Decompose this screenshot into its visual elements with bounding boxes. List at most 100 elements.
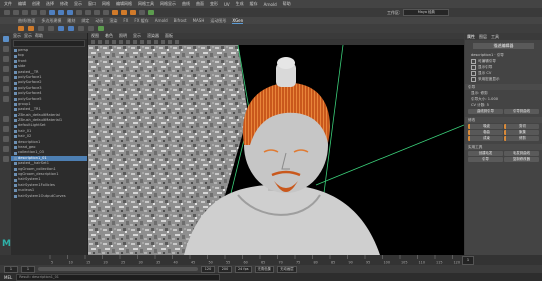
- modifier-button-2[interactable]: 卷曲: [468, 130, 503, 135]
- script-language-toggle[interactable]: MEL: [4, 275, 12, 280]
- select-component-icon[interactable]: [67, 10, 73, 15]
- outliner-menu-1[interactable]: 显示: [24, 33, 32, 39]
- camera-select-icon[interactable]: [91, 40, 95, 44]
- shelf-tab-6[interactable]: FX: [123, 18, 128, 23]
- convert-button-0[interactable]: 曲线到引导: [468, 109, 503, 114]
- fps-select[interactable]: 24 fps: [235, 265, 252, 273]
- playback-start-field[interactable]: 1: [21, 265, 35, 273]
- checkbox[interactable]: [471, 58, 476, 64]
- camera-attr-icon[interactable]: [98, 40, 102, 44]
- anim-end-field[interactable]: 200: [218, 265, 232, 273]
- snap-curve-icon[interactable]: [85, 10, 91, 15]
- persp-graph-icon[interactable]: [2, 146, 9, 152]
- undo-icon[interactable]: [31, 10, 37, 15]
- shelf-tab-5[interactable]: 渲染: [109, 18, 117, 24]
- menu-item-16[interactable]: 缓存: [250, 1, 258, 7]
- cut-icon[interactable]: [68, 26, 74, 31]
- single-view-icon[interactable]: [2, 116, 9, 122]
- create-description-icon[interactable]: [28, 26, 34, 31]
- select-tool-icon[interactable]: [2, 36, 9, 42]
- redo-icon[interactable]: [40, 10, 46, 15]
- range-bar[interactable]: [38, 267, 198, 271]
- anim-layer-select[interactable]: 无动画层: [277, 265, 297, 273]
- bookmark-icon[interactable]: [105, 40, 109, 44]
- time-slider[interactable]: 5 10 15 20 25 30 35 40 45 50 55 60 65 70 75 80 85 90 95 100…: [0, 255, 542, 265]
- command-input[interactable]: Result: description1_01: [16, 273, 221, 281]
- shelf-tab-3[interactable]: 绑定: [81, 18, 89, 24]
- anim-start-field[interactable]: 1: [4, 265, 18, 273]
- shelf-tab-0[interactable]: 曲线/曲面: [18, 18, 35, 24]
- outliner-menu-0[interactable]: 显示: [13, 33, 21, 39]
- playback-end-field[interactable]: 120: [201, 265, 215, 273]
- menu-item-13[interactable]: 变形: [210, 1, 218, 7]
- modifier-button-4[interactable]: 成束: [468, 136, 503, 141]
- utility-button-0[interactable]: 创建毛发: [468, 151, 503, 156]
- place-guide-icon[interactable]: [38, 26, 44, 31]
- menu-item-17[interactable]: Arnold: [264, 2, 277, 7]
- menu-item-7[interactable]: 网格: [102, 1, 110, 7]
- snap-plane-icon[interactable]: [103, 10, 109, 15]
- menu-item-4[interactable]: 修改: [60, 1, 68, 7]
- shelf-tab-2[interactable]: 雕刻: [67, 18, 75, 24]
- utility-button-1[interactable]: 毛发到曲线: [504, 151, 539, 156]
- menu-item-10[interactable]: 网格显示: [160, 1, 176, 7]
- film-gate-icon[interactable]: [126, 40, 130, 44]
- select-hierarchy-icon[interactable]: [49, 10, 55, 15]
- outliner-layout-icon[interactable]: [2, 156, 9, 162]
- sculpt-guides-icon[interactable]: [48, 26, 54, 31]
- textured-icon[interactable]: [147, 40, 151, 44]
- xgen-editor-icon[interactable]: [18, 26, 24, 31]
- menu-item-2[interactable]: 创建: [32, 1, 40, 7]
- rotate-tool-icon[interactable]: [2, 76, 9, 82]
- shelf-tab-1[interactable]: 多边形建模: [41, 18, 61, 24]
- hypershade-icon[interactable]: [139, 10, 145, 15]
- menu-item-11[interactable]: 曲线: [182, 1, 190, 7]
- menu-item-15[interactable]: 生成: [236, 1, 244, 7]
- shelf-tab-12[interactable]: XGen: [232, 18, 244, 24]
- lasso-tool-icon[interactable]: [2, 46, 9, 52]
- shelf-tab-9[interactable]: Bifrost: [174, 18, 187, 23]
- ipr-render-icon[interactable]: [121, 10, 127, 15]
- utility-button-3[interactable]: 复制修改器: [504, 157, 539, 162]
- preview-icon[interactable]: [98, 26, 104, 31]
- shelf-tab-4[interactable]: 动画: [95, 18, 103, 24]
- snap-point-icon[interactable]: [94, 10, 100, 15]
- convert-button-1[interactable]: 引导到曲线: [504, 109, 539, 114]
- viewport-panel[interactable]: 视图 着色 照明 显示 渲染器 面板: [88, 33, 464, 255]
- menu-item-0[interactable]: 文件: [4, 1, 12, 7]
- checkbox[interactable]: [471, 76, 476, 82]
- panel-tab-1[interactable]: 图层: [479, 34, 487, 40]
- clump-icon[interactable]: [88, 26, 94, 31]
- menu-item-1[interactable]: 编辑: [18, 1, 26, 7]
- workspace-select[interactable]: Maya 经典: [403, 9, 450, 16]
- xray-icon[interactable]: [168, 40, 172, 44]
- density-icon[interactable]: [78, 26, 84, 31]
- menu-item-9[interactable]: 网格工具: [138, 1, 154, 7]
- image-plane-icon[interactable]: [112, 40, 116, 44]
- character-set-select[interactable]: 无角色集: [254, 265, 275, 273]
- arnold-render-icon[interactable]: [148, 10, 154, 15]
- grid-toggle-icon[interactable]: [119, 40, 123, 44]
- shelf-tab-8[interactable]: Arnold: [155, 18, 168, 23]
- panel-tab-2[interactable]: 工具: [491, 34, 499, 40]
- menu-item-5[interactable]: 显示: [74, 1, 82, 7]
- outliner-search-input[interactable]: [13, 40, 85, 47]
- last-tool-icon[interactable]: [2, 96, 9, 102]
- viewport-scene[interactable]: [88, 45, 464, 255]
- menu-item-12[interactable]: 曲面: [196, 1, 204, 7]
- current-frame-field[interactable]: 1: [462, 256, 474, 265]
- menu-item-3[interactable]: 选择: [46, 1, 54, 7]
- shelf-tab-10[interactable]: MASH: [193, 18, 205, 23]
- wireframe-icon[interactable]: [133, 40, 137, 44]
- checkbox[interactable]: [471, 64, 476, 70]
- outliner-item[interactable]: hairSystem1OutputCurves: [11, 194, 87, 199]
- lights-icon[interactable]: [154, 40, 158, 44]
- shelf-tab-11[interactable]: 运动图形: [210, 18, 226, 24]
- outliner-menu-2[interactable]: 帮助: [35, 33, 43, 39]
- smooth-shade-icon[interactable]: [140, 40, 144, 44]
- menu-item-14[interactable]: UV: [224, 2, 230, 7]
- node-name-button[interactable]: 描述编辑器: [473, 43, 534, 49]
- checkbox[interactable]: [471, 70, 476, 76]
- move-tool-icon[interactable]: [2, 66, 9, 72]
- attr-row[interactable]: 采用密度显示: [465, 76, 542, 82]
